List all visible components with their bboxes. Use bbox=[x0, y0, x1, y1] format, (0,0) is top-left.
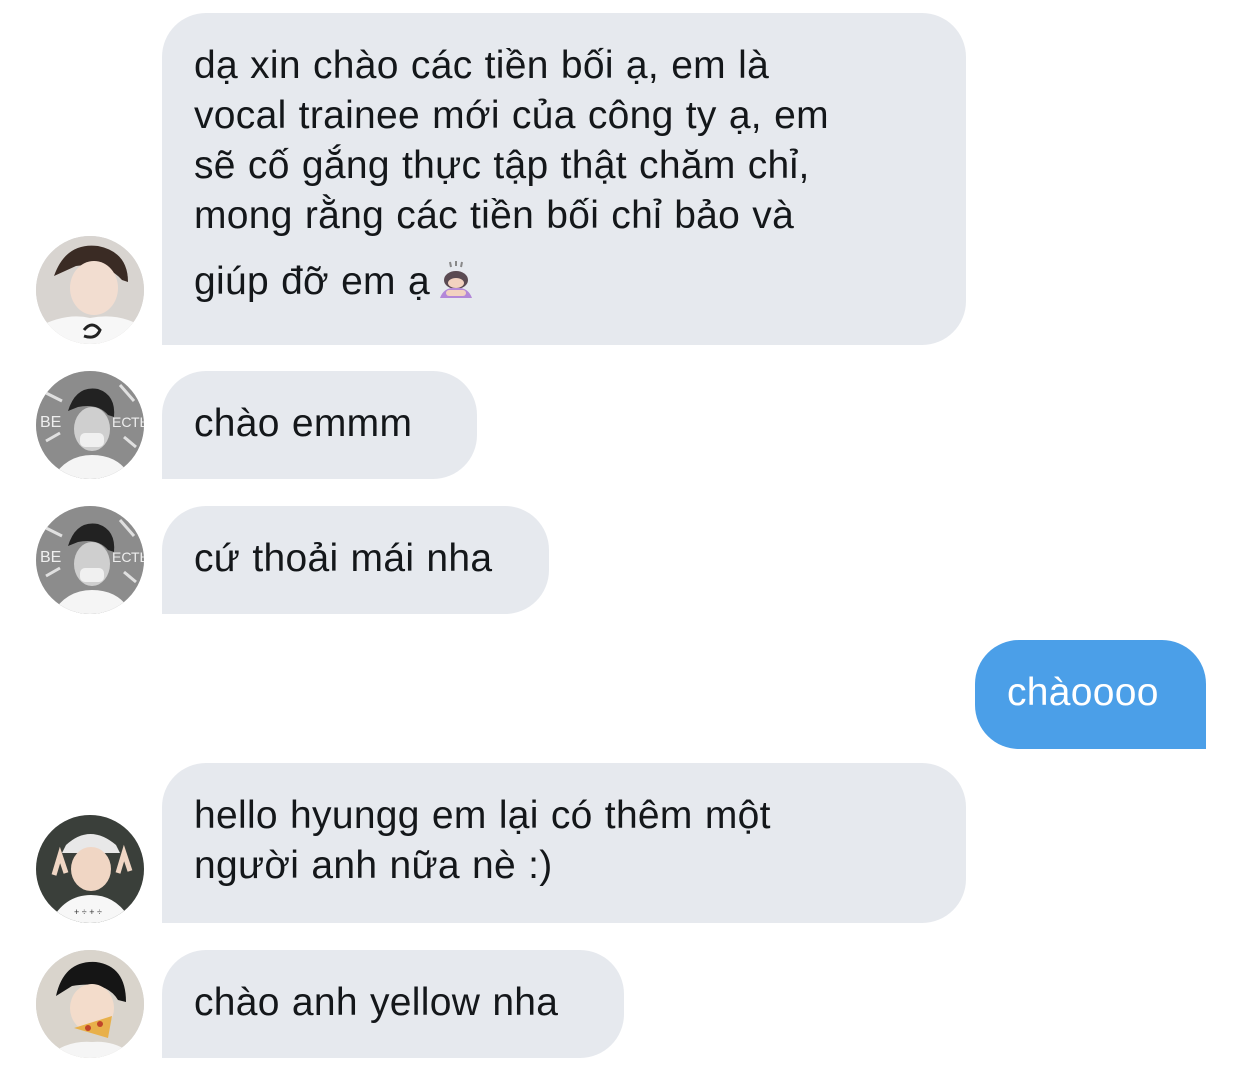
message-text-line: giúp đỡ em ạ bbox=[194, 260, 430, 303]
message-bubble[interactable]: cứ thoải mái nha bbox=[162, 506, 549, 614]
message-text-line: hello hyungg em lại có thêm một bbox=[194, 794, 771, 837]
message-text-line: chào emmm bbox=[194, 402, 413, 445]
message-bubble[interactable]: chào emmm bbox=[162, 371, 477, 479]
sender-avatar[interactable] bbox=[36, 236, 144, 344]
sender-avatar[interactable]: BE ЕСТЬ bbox=[36, 506, 144, 614]
avatar-pizza-boy-image bbox=[36, 950, 144, 1058]
avatar-grayscale-image: BE ЕСТЬ bbox=[36, 371, 144, 479]
message-text-line: vocal trainee mới của công ty ạ, em bbox=[194, 94, 829, 137]
avatar-grayscale-image: BE ЕСТЬ bbox=[36, 506, 144, 614]
sender-avatar[interactable]: BE ЕСТЬ bbox=[36, 371, 144, 479]
message-text-last-line: giúp đỡ em ạ bbox=[194, 257, 934, 313]
message-text-line: cứ thoải mái nha bbox=[194, 537, 493, 580]
avatar-cap-boy-image: + ÷ + ÷ bbox=[36, 815, 144, 923]
sender-avatar[interactable] bbox=[36, 950, 144, 1058]
avatar-trainee-image bbox=[36, 236, 144, 344]
message-bubble[interactable]: dạ xin chào các tiền bối ạ, em là vocal … bbox=[162, 13, 966, 345]
message-text-line: dạ xin chào các tiền bối ạ, em là bbox=[194, 44, 770, 87]
svg-text:ЕСТЬ: ЕСТЬ bbox=[112, 549, 144, 565]
svg-text:+ ÷ + ÷: + ÷ + ÷ bbox=[74, 907, 102, 917]
svg-text:BE: BE bbox=[40, 549, 61, 566]
message-bubble[interactable]: chào anh yellow nha bbox=[162, 950, 624, 1058]
message-bubble[interactable]: hello hyungg em lại có thêm một người an… bbox=[162, 763, 966, 923]
message-text-line: sẽ cố gắng thực tập thật chăm chỉ, bbox=[194, 144, 810, 187]
svg-text:BE: BE bbox=[40, 414, 61, 431]
svg-text:ЕСТЬ: ЕСТЬ bbox=[112, 414, 144, 430]
bowing-person-emoji bbox=[436, 260, 476, 313]
message-text-line: chàoooo bbox=[1007, 671, 1159, 714]
message-text-line: mong rằng các tiền bối chỉ bảo và bbox=[194, 194, 795, 237]
message-text-line: chào anh yellow nha bbox=[194, 981, 559, 1024]
sender-avatar[interactable]: + ÷ + ÷ bbox=[36, 815, 144, 923]
message-text-line: người anh nữa nè :) bbox=[194, 844, 553, 887]
message-bubble-outgoing[interactable]: chàoooo bbox=[975, 640, 1206, 749]
